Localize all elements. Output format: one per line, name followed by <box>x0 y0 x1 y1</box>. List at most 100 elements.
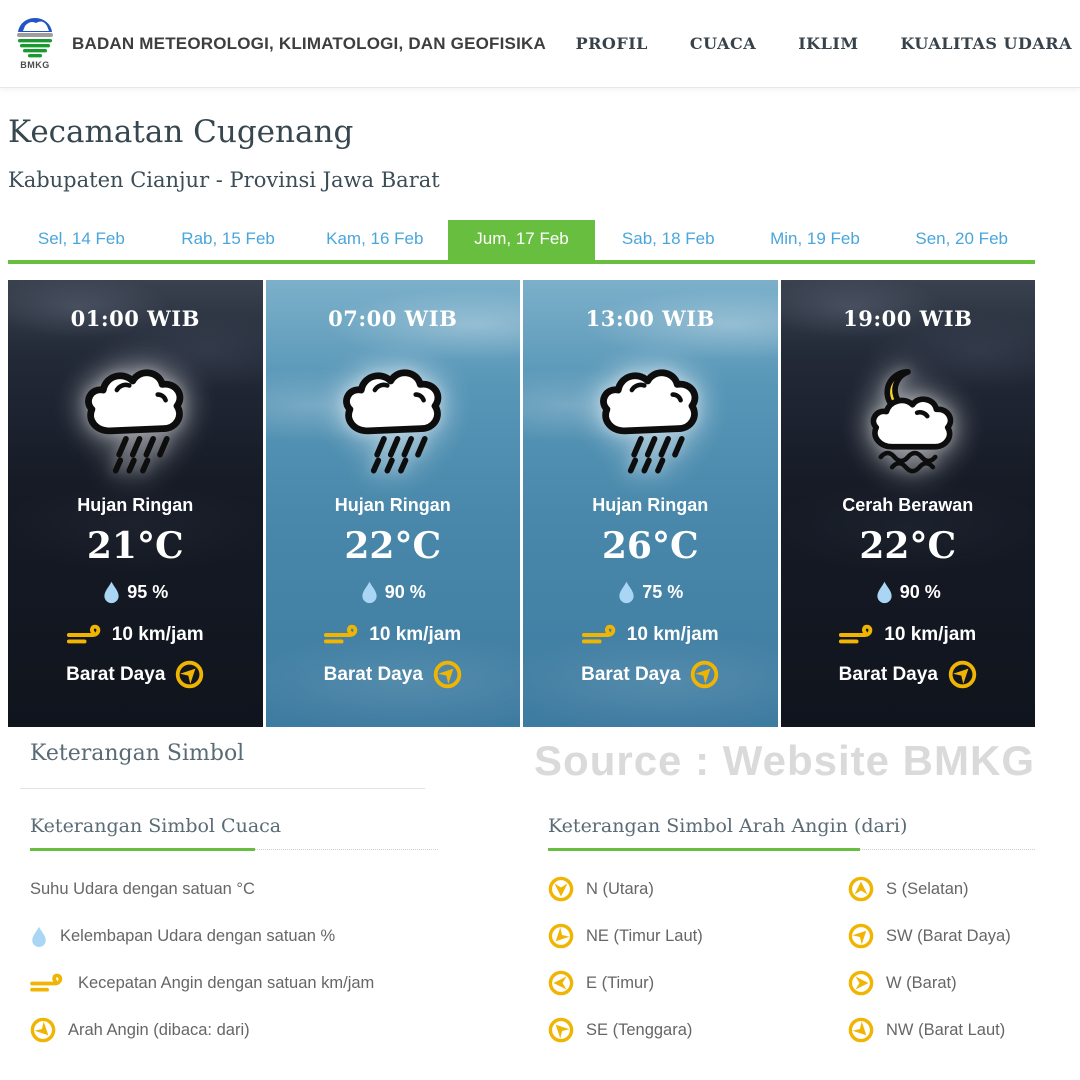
compass-s-icon <box>848 876 874 902</box>
tab-sab-18-feb[interactable]: Sab, 18 Feb <box>595 220 742 260</box>
bmkg-logo-icon <box>15 17 55 59</box>
droplet-icon <box>617 580 636 604</box>
wind-dir-n: N (Utara) <box>548 876 848 902</box>
forecast-time: 07:00 WIB <box>328 306 457 331</box>
wind-dir-label: NE (Timur Laut) <box>586 927 703 946</box>
moon-cloud-icon <box>849 356 967 474</box>
wind-dir-label: SW (Barat Daya) <box>886 927 1011 946</box>
compass-nw-icon <box>843 1012 880 1049</box>
wind-dir-sw: SW (Barat Daya) <box>848 923 1011 949</box>
wind-icon <box>839 623 876 647</box>
wind-dir-nw: NW (Barat Laut) <box>848 1017 1011 1043</box>
legend-divider <box>20 788 425 789</box>
weather-legend-heading: Keterangan Simbol Cuaca <box>30 815 438 850</box>
compass-se-icon <box>543 1012 580 1049</box>
forecast-card-1900: 19:00 WIB Cerah Berawan 22°C 90 % 10 km/… <box>781 280 1036 727</box>
forecast-wind-speed: 10 km/jam <box>369 624 461 646</box>
forecast-humidity: 90 % <box>900 582 941 603</box>
nav-item-iklim[interactable]: IKLIM <box>798 34 858 53</box>
rain-cloud-icon <box>591 356 709 474</box>
forecast-humidity: 95 % <box>127 582 168 603</box>
nav-item-profil[interactable]: PROFIL <box>576 34 648 53</box>
forecast-humidity: 75 % <box>642 582 683 603</box>
tab-jum-17-feb-active[interactable]: Jum, 17 Feb <box>448 220 595 260</box>
forecast-temperature: 21°C <box>87 525 184 567</box>
org-name: BADAN METEOROLOGI, KLIMATOLOGI, DAN GEOF… <box>72 34 546 54</box>
forecast-temperature: 26°C <box>602 525 699 567</box>
droplet-icon <box>875 580 894 604</box>
forecast-wind-direction: Barat Daya <box>324 664 423 686</box>
wind-dir-label: N (Utara) <box>586 880 654 899</box>
tab-kam-16-feb[interactable]: Kam, 16 Feb <box>301 220 448 260</box>
tab-sen-20-feb[interactable]: Sen, 20 Feb <box>888 220 1035 260</box>
forecast-cards: 01:00 WIB Hujan Ringan 21°C 95 % 10 km/j… <box>8 280 1035 727</box>
legend-item-temperature: Suhu Udara dengan satuan °C <box>30 876 548 902</box>
tab-sel-14-feb[interactable]: Sel, 14 Feb <box>8 220 155 260</box>
forecast-condition: Hujan Ringan <box>592 495 708 516</box>
wind-icon <box>30 972 66 995</box>
droplet-icon <box>360 580 379 604</box>
header: BMKG BADAN METEOROLOGI, KLIMATOLOGI, DAN… <box>0 0 1080 88</box>
nav-item-cuaca[interactable]: CUACA <box>690 34 756 53</box>
forecast-wind-speed: 10 km/jam <box>112 624 204 646</box>
legend-label: Suhu Udara dengan satuan °C <box>30 880 255 899</box>
forecast-wind-speed: 10 km/jam <box>627 624 719 646</box>
compass-sw-icon <box>843 918 880 955</box>
page-subtitle: Kabupaten Cianjur - Provinsi Jawa Barat <box>8 168 1035 192</box>
main-content: Kecamatan Cugenang Kabupaten Cianjur - P… <box>0 88 1080 1043</box>
date-tabs: Sel, 14 Feb Rab, 15 Feb Kam, 16 Feb Jum,… <box>8 220 1035 264</box>
wind-direction-legend: Keterangan Simbol Arah Angin (dari) N (U… <box>548 815 1035 1043</box>
compass-e-icon <box>548 970 574 996</box>
wind-dir-label: E (Timur) <box>586 974 654 993</box>
forecast-temperature: 22°C <box>859 525 956 567</box>
weather-symbol-legend: Keterangan Simbol Cuaca Suhu Udara denga… <box>8 815 548 1043</box>
wind-dir-label: SE (Tenggara) <box>586 1021 692 1040</box>
forecast-card-0700: 07:00 WIB Hujan Ringan 22°C 90 % 10 km/j… <box>266 280 521 727</box>
legend-section: Source : Website BMKG Keterangan Simbol … <box>8 741 1035 1043</box>
forecast-wind-direction: Barat Daya <box>581 664 680 686</box>
legend-label: Kecepatan Angin dengan satuan km/jam <box>78 974 374 993</box>
page-title: Kecamatan Cugenang <box>8 114 1035 150</box>
legend-item-wind-direction: Arah Angin (dibaca: dari) <box>30 1017 548 1043</box>
rain-cloud-icon <box>334 356 452 474</box>
compass-sw-icon <box>942 654 983 695</box>
forecast-temperature: 22°C <box>344 525 441 567</box>
forecast-humidity: 90 % <box>385 582 426 603</box>
wind-icon <box>67 623 104 647</box>
wind-dir-w: W (Barat) <box>848 970 1011 996</box>
forecast-condition: Hujan Ringan <box>335 495 451 516</box>
wind-icon <box>324 623 361 647</box>
legend-item-wind-speed: Kecepatan Angin dengan satuan km/jam <box>30 970 548 996</box>
source-watermark: Source : Website BMKG <box>534 737 1035 785</box>
compass-sw-icon <box>169 654 210 695</box>
compass-n-icon <box>548 876 574 902</box>
wind-dir-s: S (Selatan) <box>848 876 1011 902</box>
bmkg-logo[interactable]: BMKG <box>10 17 60 70</box>
nav-item-kualitas-udara[interactable]: KUALITAS UDARA <box>901 34 1072 53</box>
wind-icon <box>582 623 619 647</box>
forecast-condition: Cerah Berawan <box>842 495 973 516</box>
tab-min-19-feb[interactable]: Min, 19 Feb <box>742 220 889 260</box>
main-nav: PROFIL CUACA IKLIM KUALITAS UDARA <box>576 34 1076 53</box>
forecast-wind-speed: 10 km/jam <box>884 624 976 646</box>
wind-dir-se: SE (Tenggara) <box>548 1017 848 1043</box>
forecast-condition: Hujan Ringan <box>77 495 193 516</box>
forecast-time: 19:00 WIB <box>843 306 972 331</box>
forecast-time: 13:00 WIB <box>586 306 715 331</box>
wind-dir-label: NW (Barat Laut) <box>886 1021 1005 1040</box>
tab-rab-15-feb[interactable]: Rab, 15 Feb <box>155 220 302 260</box>
wind-dir-label: W (Barat) <box>886 974 957 993</box>
compass-sw-icon <box>427 654 468 695</box>
compass-ne-icon <box>543 918 580 955</box>
forecast-wind-direction: Barat Daya <box>66 664 165 686</box>
wind-dir-label: S (Selatan) <box>886 880 969 899</box>
rain-cloud-icon <box>76 356 194 474</box>
compass-w-icon <box>848 970 874 996</box>
bmkg-weather-page: BMKG BADAN METEOROLOGI, KLIMATOLOGI, DAN… <box>0 0 1080 1080</box>
wind-legend-heading: Keterangan Simbol Arah Angin (dari) <box>548 815 1035 850</box>
droplet-icon <box>102 580 121 604</box>
compass-sw-icon <box>684 654 725 695</box>
bmkg-logo-label: BMKG <box>20 60 50 70</box>
compass-icon <box>25 1012 62 1049</box>
legend-item-humidity: Kelembapan Udara dengan satuan % <box>30 923 548 949</box>
